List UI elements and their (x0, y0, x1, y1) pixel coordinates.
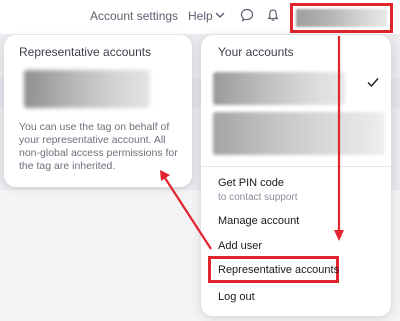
chevron-down-icon[interactable] (215, 10, 225, 20)
menu-item-get-pin[interactable]: Get PIN code (218, 177, 284, 189)
menu-item-log-out[interactable]: Log out (218, 291, 255, 303)
representative-account-redacted[interactable] (24, 70, 150, 108)
account-item-other[interactable] (213, 112, 385, 155)
check-icon (367, 78, 379, 88)
top-bar: Account settings Help (0, 0, 400, 34)
account-dropdown-menu: Your accounts Get PIN code to contact su… (201, 35, 391, 316)
account-item-current[interactable] (213, 72, 345, 105)
bell-icon[interactable] (266, 8, 280, 22)
chat-icon[interactable] (240, 8, 254, 22)
representative-accounts-panel: Representative accounts You can use the … (4, 35, 192, 187)
menu-divider (201, 166, 391, 167)
menu-item-manage-account[interactable]: Manage account (218, 215, 299, 227)
menu-item-add-user[interactable]: Add user (218, 240, 262, 252)
menu-item-representative-accounts[interactable]: Representative accounts (218, 264, 339, 276)
your-accounts-title: Your accounts (218, 45, 294, 59)
panel-title: Representative accounts (19, 45, 152, 59)
panel-description: You can use the tag on behalf of your re… (19, 121, 178, 172)
account-avatar-button[interactable] (290, 3, 393, 33)
help-menu[interactable]: Help (188, 9, 213, 23)
menu-item-get-pin-sub: to contact support (218, 192, 298, 203)
account-settings-link[interactable]: Account settings (90, 9, 178, 23)
avatar-redacted (296, 9, 387, 27)
